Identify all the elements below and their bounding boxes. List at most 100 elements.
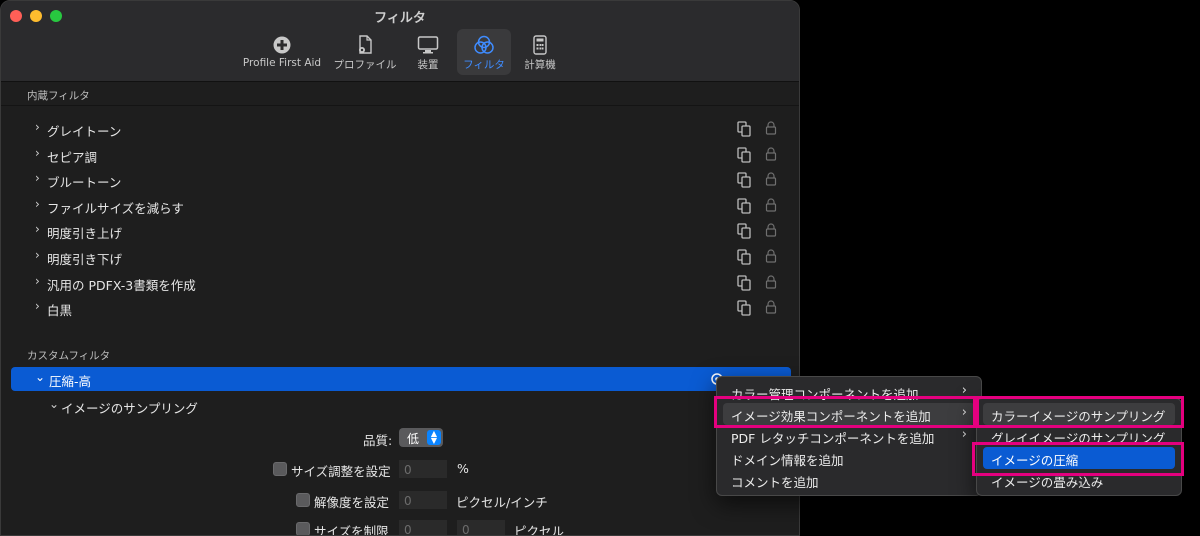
- limit-size-checkbox[interactable]: [296, 522, 310, 535]
- submenu-item-image-compression[interactable]: イメージの圧縮: [983, 447, 1175, 469]
- resolution-unit: ピクセル/インチ: [456, 495, 548, 510]
- menu-item-label: イメージの圧縮: [991, 453, 1079, 468]
- toolbar-item-profile[interactable]: プロファイル: [331, 29, 399, 75]
- chevron-right-icon[interactable]: ›: [35, 299, 40, 313]
- duplicate-icon[interactable]: [737, 172, 751, 188]
- chevron-right-icon: ›: [961, 383, 967, 398]
- toolbar-label: フィルタ: [463, 59, 505, 71]
- builtin-filter-row[interactable]: › 白黒: [35, 297, 785, 321]
- resize-percent-field[interactable]: 0: [399, 460, 447, 478]
- resolution-label: 解像度を設定: [314, 495, 390, 510]
- duplicate-icon[interactable]: [737, 146, 751, 163]
- submenu-item-image-convolution[interactable]: イメージの畳み込み: [983, 469, 1175, 491]
- profile-first-aid-icon: [273, 36, 291, 54]
- lock-icon: [765, 300, 777, 314]
- menu-item-label: カラーイメージのサンプリング: [991, 409, 1166, 424]
- filter-component-row[interactable]: ⌄ イメージのサンプリング: [49, 395, 799, 419]
- limit-height-field[interactable]: 0: [457, 520, 505, 535]
- resize-unit: %: [457, 461, 469, 476]
- menu-item-image-effect[interactable]: イメージ効果コンポーネントを追加 ›: [723, 403, 975, 425]
- chevron-right-icon: ›: [961, 427, 967, 442]
- filter-component-label: イメージのサンプリング: [61, 401, 198, 416]
- duplicate-icon[interactable]: [737, 249, 751, 265]
- toolbar-label: 装置: [417, 59, 439, 71]
- filter-window: フィルタ Profile First Aid プロファイル 装置 フィルタ 計算…: [0, 0, 800, 536]
- custom-filter-label: 圧縮-高: [49, 374, 92, 389]
- image-effect-submenu: カラーイメージのサンプリング グレイイメージのサンプリング イメージの圧縮 イメ…: [976, 398, 1182, 496]
- resize-label: サイズ調整を設定: [291, 464, 391, 479]
- add-component-menu: カラー管理コンポーネントを追加 › イメージ効果コンポーネントを追加 › PDF…: [716, 376, 982, 496]
- chevron-right-icon[interactable]: ›: [35, 197, 40, 211]
- toolbar-item-device[interactable]: 装置: [405, 29, 451, 75]
- chevron-right-icon[interactable]: ›: [35, 248, 40, 262]
- duplicate-icon[interactable]: [737, 274, 751, 291]
- limit-size-label: サイズを制限: [314, 524, 389, 536]
- calculator-icon: [533, 35, 547, 55]
- chevron-right-icon[interactable]: ›: [35, 222, 40, 236]
- builtin-filter-row[interactable]: › 明度引き下げ: [35, 246, 785, 270]
- chevron-right-icon[interactable]: ›: [35, 274, 40, 288]
- toolbar-item-filter[interactable]: フィルタ: [457, 29, 511, 75]
- chevron-right-icon[interactable]: ›: [35, 146, 40, 160]
- builtin-filter-row[interactable]: › 汎用の PDFX-3書類を作成: [35, 272, 785, 296]
- chevron-right-icon: ›: [961, 405, 967, 420]
- quality-value: 低: [407, 432, 420, 446]
- builtin-filter-row[interactable]: › ブルートーン: [35, 169, 785, 193]
- resolution-field[interactable]: 0: [399, 491, 447, 509]
- quality-label: 品質:: [363, 433, 393, 448]
- toolbar-label: 計算機: [524, 59, 556, 71]
- builtin-filter-row[interactable]: › グレイトーン: [35, 118, 785, 142]
- builtin-filter-label: 汎用の PDFX-3書類を作成: [47, 277, 196, 293]
- chevron-right-icon[interactable]: ›: [35, 171, 40, 185]
- resolution-checkbox[interactable]: [296, 493, 310, 507]
- menu-item-color-management[interactable]: カラー管理コンポーネントを追加 ›: [723, 381, 975, 403]
- chevron-updown-icon: ▲ ▼: [427, 430, 441, 445]
- title-bar: フィルタ Profile First Aid プロファイル 装置 フィルタ 計算…: [1, 1, 799, 82]
- menu-item-label: カラー管理コンポーネントを追加: [731, 387, 919, 402]
- builtin-filter-row[interactable]: › 明度引き上げ: [35, 220, 785, 244]
- chevron-down-icon[interactable]: ⌄: [49, 397, 59, 411]
- lock-icon: [765, 147, 777, 161]
- builtin-filter-label: 白黒: [47, 303, 73, 319]
- lock-icon: [765, 198, 777, 212]
- toolbar: Profile First Aid プロファイル 装置 フィルタ 計算機: [1, 29, 799, 77]
- menu-item-label: コメントを追加: [731, 475, 819, 490]
- builtin-filter-label: 明度引き上げ: [47, 226, 123, 242]
- submenu-item-gray-image-sampling[interactable]: グレイイメージのサンプリング: [983, 425, 1175, 447]
- duplicate-icon[interactable]: [737, 300, 751, 316]
- lock-icon: [765, 223, 777, 237]
- resize-checkbox[interactable]: [273, 462, 287, 476]
- duplicate-icon[interactable]: [737, 223, 751, 240]
- duplicate-icon[interactable]: [737, 198, 751, 214]
- builtin-filter-row[interactable]: › セピア調: [35, 144, 785, 168]
- lock-icon: [765, 172, 777, 186]
- menu-item-comment[interactable]: コメントを追加: [723, 469, 975, 491]
- menu-item-label: グレイイメージのサンプリング: [991, 431, 1166, 446]
- profile-document-icon: [359, 35, 372, 54]
- toolbar-item-profile-first-aid[interactable]: Profile First Aid: [239, 29, 325, 75]
- builtin-filter-label: ファイルサイズを減らす: [47, 200, 184, 216]
- menu-item-domain-info[interactable]: ドメイン情報を追加: [723, 447, 975, 469]
- builtin-filter-row[interactable]: › ファイルサイズを減らす: [35, 195, 785, 219]
- menu-item-label: イメージの畳み込み: [991, 475, 1104, 490]
- chevron-right-icon[interactable]: ›: [35, 120, 40, 134]
- section-divider: [1, 105, 799, 106]
- limit-width-field[interactable]: 0: [399, 520, 447, 535]
- window-title: フィルタ: [374, 11, 426, 26]
- chevron-down-icon[interactable]: ⌄: [35, 370, 45, 384]
- menu-item-label: イメージ効果コンポーネントを追加: [731, 409, 931, 424]
- quality-popup[interactable]: 低 ▲ ▼: [399, 428, 443, 447]
- menu-item-pdf-retouch[interactable]: PDF レタッチコンポーネントを追加 ›: [723, 425, 975, 447]
- toolbar-item-calculator[interactable]: 計算機: [517, 29, 563, 75]
- custom-filters-heading: カスタムフィルタ: [27, 350, 111, 362]
- lock-icon: [765, 121, 777, 135]
- menu-item-label: PDF レタッチコンポーネントを追加: [731, 431, 935, 446]
- builtin-filter-label: ブルートーン: [47, 175, 122, 191]
- builtin-filter-label: セピア調: [47, 149, 98, 165]
- submenu-item-color-image-sampling[interactable]: カラーイメージのサンプリング: [983, 403, 1175, 425]
- menu-item-label: ドメイン情報を追加: [731, 453, 844, 468]
- limit-size-unit: ピクセル: [514, 524, 565, 536]
- duplicate-icon[interactable]: [737, 121, 751, 137]
- toolbar-label: Profile First Aid: [242, 57, 322, 69]
- custom-filter-row-selected[interactable]: ⌄ 圧縮-高: [11, 367, 791, 391]
